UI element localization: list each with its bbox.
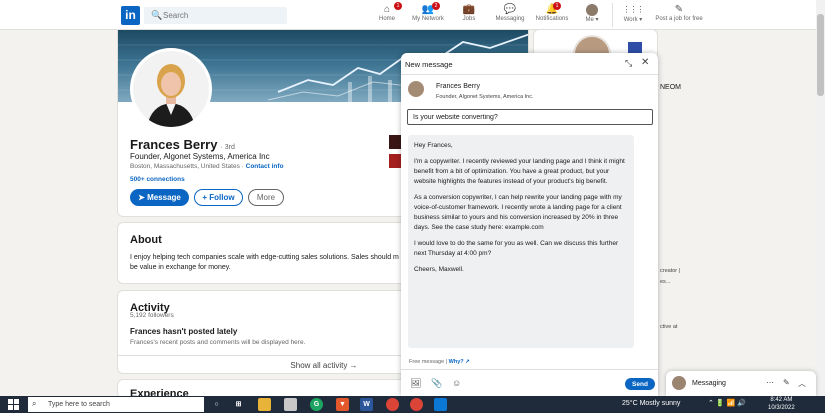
right-rail-text-3: ctive at: [660, 324, 678, 330]
close-icon[interactable]: ✕: [641, 57, 649, 68]
profile-photo-graphic: [133, 51, 209, 127]
windows-taskbar: ⌕ Type here to search ○ ⊞ G ▼ W 25°C Mos…: [0, 396, 825, 413]
word-icon[interactable]: W: [360, 398, 373, 411]
right-rail-text-2: es...: [660, 279, 671, 285]
network-badge: 2: [432, 2, 440, 10]
file-explorer-icon[interactable]: [258, 398, 271, 411]
clock[interactable]: 8:42 AM 10/3/2022: [768, 397, 795, 412]
followers-count: 5,192 followers: [130, 312, 174, 319]
emoji-icon[interactable]: ☺: [452, 378, 461, 388]
task-view-icon[interactable]: ○: [210, 398, 223, 411]
image-icon[interactable]: 🖼: [410, 378, 421, 389]
top-navigation-bar: in 🔍 ⌂1 Home 👥2 My Network 💼 Jobs 💬 Mess…: [0, 0, 825, 30]
brave-icon[interactable]: ▼: [336, 398, 349, 411]
right-rail-neom-text: NEOM: [660, 84, 681, 91]
chrome-icon[interactable]: [386, 398, 399, 411]
search-box[interactable]: 🔍: [144, 7, 287, 24]
profile-headline: Founder, Algonet Systems, America Inc: [130, 152, 270, 161]
linkedin-logo[interactable]: in: [121, 6, 140, 25]
me-avatar: [586, 4, 598, 16]
new-message-title: New message: [405, 60, 453, 69]
compose-footer: 🖼 📎 ☺ Send: [401, 369, 658, 396]
subject-input[interactable]: [407, 109, 653, 125]
about-title: About: [130, 234, 162, 246]
more-button[interactable]: More: [248, 189, 284, 206]
connections-count[interactable]: 500+ connections: [130, 176, 185, 183]
search-icon: 🔍: [151, 10, 163, 20]
network-icon: 👥 2: [410, 2, 446, 16]
chevron-up-icon[interactable]: ︿: [798, 378, 806, 389]
messaging-icon: 💬: [503, 4, 517, 15]
nav-home[interactable]: ⌂ 1 Home: [376, 2, 402, 28]
message-paragraph: I would love to do the same for you as w…: [414, 239, 619, 257]
taskbar-search-icon: ⌕: [32, 399, 37, 408]
right-rail-text-1: creator |: [660, 268, 681, 274]
chrome-icon-2[interactable]: [410, 398, 423, 411]
messaging-overlay-bar[interactable]: Messaging ⋯ ✎ ︿: [666, 371, 816, 396]
message-paragraph: Hey Frances,: [414, 142, 453, 149]
why-link[interactable]: Why?: [449, 359, 464, 365]
jobs-icon: 💼: [462, 4, 476, 15]
profile-photo[interactable]: [130, 48, 212, 130]
nav-me[interactable]: Me ▾: [582, 4, 602, 28]
widgets-icon[interactable]: ⊞: [232, 398, 245, 411]
new-message-panel: New message ⤡ ✕ Frances Berry Founder, A…: [401, 53, 658, 396]
message-paragraph: Cheers, Maxwell.: [414, 265, 464, 273]
search-input[interactable]: [163, 9, 278, 22]
activity-heading: Frances hasn't posted lately: [130, 327, 238, 336]
windows-start-icon[interactable]: [8, 399, 19, 410]
grammarly-icon[interactable]: G: [310, 398, 323, 411]
more-options-icon[interactable]: ⋯: [766, 378, 774, 387]
nav-my-network[interactable]: 👥 2 My Network: [410, 2, 446, 28]
recipient-headline: Founder, Algonet Systems, America Inc.: [436, 94, 534, 100]
messaging-avatar: [672, 376, 686, 390]
bell-icon: 🔔 1: [533, 2, 571, 16]
external-link-icon: ↗: [463, 359, 470, 365]
taskbar-search[interactable]: ⌕ Type here to search: [28, 397, 204, 412]
compose-icon[interactable]: ✎: [783, 378, 790, 387]
page-scrollbar[interactable]: [816, 0, 825, 396]
send-arrow-icon: ➤: [138, 193, 148, 202]
post-job-icon: ✎: [674, 4, 684, 15]
recipient-avatar: [408, 81, 424, 97]
nav-notifications[interactable]: 🔔 1 Notifications: [533, 2, 571, 28]
nav-jobs[interactable]: 💼 Jobs: [459, 4, 479, 28]
collapse-icon[interactable]: ⤡: [625, 58, 632, 69]
message-body-textarea[interactable]: Hey Frances, I'm a copywriter. I recentl…: [408, 135, 634, 348]
message-paragraph: I'm a copywriter. I recently reviewed yo…: [414, 158, 625, 185]
page-scrollbar-thumb[interactable]: [817, 14, 824, 96]
attachment-icon[interactable]: 📎: [431, 378, 442, 389]
system-tray[interactable]: ⌃ 🔋 📶 🔊: [708, 399, 746, 407]
messaging-label: Messaging: [692, 380, 726, 387]
weather-widget[interactable]: 25°C Mostly sunny: [622, 400, 680, 407]
contact-info-link[interactable]: Contact info: [246, 163, 284, 170]
message-button[interactable]: ➤ Message: [130, 189, 189, 206]
home-icon: ⌂ 1: [376, 2, 402, 16]
recipient-name: Frances Berry: [436, 83, 480, 90]
follow-button[interactable]: + Follow: [194, 189, 243, 206]
store-icon[interactable]: [284, 398, 297, 411]
nav-work[interactable]: ⋮⋮⋮ Work ▾: [620, 4, 646, 28]
nav-post-job[interactable]: ✎ Post a job for free: [652, 4, 706, 28]
send-button[interactable]: Send: [625, 378, 655, 390]
taskbar-search-placeholder: Type here to search: [48, 401, 110, 408]
nav-messaging[interactable]: 💬 Messaging: [494, 4, 526, 28]
about-text: I enjoy helping tech companies scale wit…: [130, 254, 399, 271]
message-paragraph: As a conversion copywriter, I can help r…: [414, 194, 622, 231]
new-message-header[interactable]: New message ⤡ ✕: [401, 53, 658, 75]
home-badge: 1: [394, 2, 402, 10]
connection-degree: · 3rd: [220, 144, 235, 151]
nav-divider: [612, 3, 613, 27]
notifications-badge: 1: [553, 2, 561, 10]
activity-subtext: Frances's recent posts and comments will…: [130, 339, 306, 346]
free-message-note: Free message | Why? ↗: [409, 359, 470, 365]
profile-name: Frances Berry · 3rd: [130, 137, 235, 152]
edge-icon[interactable]: [434, 398, 447, 411]
profile-location: Boston, Massachusetts, United States · C…: [130, 163, 284, 170]
grid-icon: ⋮⋮⋮: [622, 5, 645, 14]
